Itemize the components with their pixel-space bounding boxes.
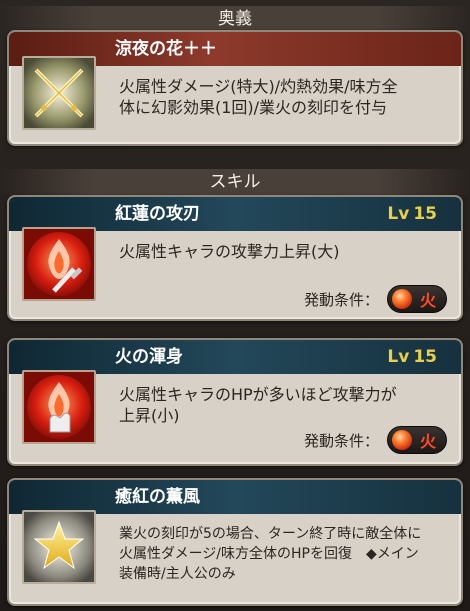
fire-orb-icon <box>392 289 412 309</box>
crossed-blades-icon <box>22 56 96 130</box>
fire-sword-icon <box>22 227 96 301</box>
skill-description-line: 火属性キャラの攻撃力上昇(大) <box>119 242 340 261</box>
skill-level-value: 15 <box>413 204 437 224</box>
condition-label: 発動条件： <box>303 290 379 309</box>
ougi-card[interactable]: 涼夜の花＋＋ 火属性ダメージ(特大)/灼熱効果/味方全 体に幻影効果(1回)/業… <box>7 30 463 146</box>
ougi-description-line: 火属性ダメージ(特大)/灼熱効果/味方全 <box>119 77 398 96</box>
skill-level-value: 15 <box>413 347 437 367</box>
fire-element-badge: 火 <box>387 426 447 454</box>
element-label: 火 <box>420 432 437 451</box>
ougi-section-header: 奥義 <box>0 6 470 32</box>
skill-description: 火属性キャラの攻撃力上昇(大) <box>119 241 451 262</box>
skill-description-line: 上昇(小) <box>119 406 180 425</box>
activation-condition: 発動条件： 火 <box>304 285 447 313</box>
skill-card[interactable]: 癒紅の薫風 業火の刻印が5の場合、ターン終了時に敵全体に 火属性ダメージ/味方全… <box>7 478 463 606</box>
ougi-description: 火属性ダメージ(特大)/灼熱効果/味方全 体に幻影効果(1回)/業火の刻印を付与 <box>119 76 451 118</box>
skill-description-line: 火属性キャラのHPが多いほど攻撃力が <box>119 385 397 404</box>
condition-label: 発動条件： <box>303 431 379 450</box>
fire-element-badge: 火 <box>387 285 447 313</box>
skill-description-line: 業火の刻印が5の場合、ターン終了時に敵全体に <box>119 526 422 542</box>
fire-orb-icon <box>392 430 412 450</box>
ougi-description-line: 体に幻影効果(1回)/業火の刻印を付与 <box>119 98 388 117</box>
skill-name: 紅蓮の攻刃 Lv 15 <box>9 197 461 231</box>
skill-level-prefix: Lv <box>387 204 410 224</box>
skill-name: 火の渾身 Lv 15 <box>9 340 461 374</box>
skill-name-text: 紅蓮の攻刃 <box>115 204 200 224</box>
skill-description: 業火の刻印が5の場合、ターン終了時に敵全体に 火属性ダメージ/味方全体のHPを回… <box>119 524 451 584</box>
skill-card[interactable]: 紅蓮の攻刃 Lv 15 火属性キャラの攻撃力上昇(大) 発動条件： 火 <box>7 195 463 321</box>
activation-condition: 発動条件： 火 <box>304 426 447 454</box>
fire-fist-icon <box>22 370 96 444</box>
skill-level-prefix: Lv <box>387 347 410 367</box>
element-label: 火 <box>420 291 437 310</box>
skill-description-line: 装備時/主人公のみ <box>119 566 236 582</box>
skill-name-text: 癒紅の薫風 <box>115 487 200 507</box>
skill-description: 火属性キャラのHPが多いほど攻撃力が 上昇(小) <box>119 384 451 426</box>
skill-name: 癒紅の薫風 <box>9 480 461 514</box>
skill-level: Lv 15 <box>387 340 441 374</box>
skill-level: Lv 15 <box>387 197 441 231</box>
skill-card[interactable]: 火の渾身 Lv 15 火属性キャラのHPが多いほど攻撃力が 上昇(小) 発動条件： <box>7 338 463 466</box>
skill-section-header: スキル <box>0 169 470 195</box>
skill-description-line: 火属性ダメージ/味方全体のHPを回復 ◆メイン <box>119 546 419 562</box>
star-icon <box>22 510 96 584</box>
skill-name-text: 火の渾身 <box>115 347 183 367</box>
